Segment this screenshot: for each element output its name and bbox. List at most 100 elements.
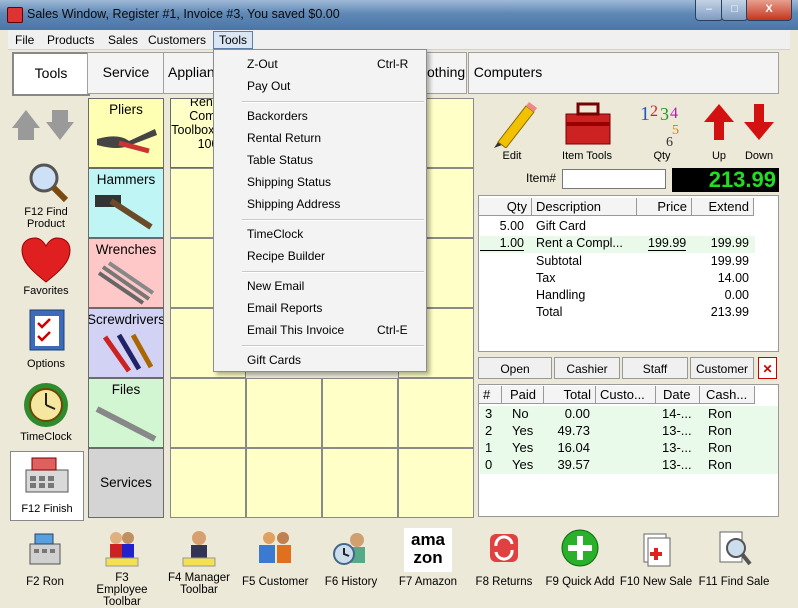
invoice-row[interactable]: 0 Yes 39.57 13-... Ron — [480, 457, 778, 474]
menu-tools[interactable]: Tools — [213, 31, 254, 49]
down-button[interactable]: Down — [740, 98, 778, 164]
menu-item-email-reports[interactable]: Email Reports — [247, 301, 322, 315]
up-button[interactable]: Up — [700, 98, 738, 164]
favorites-button[interactable]: Favorites — [10, 236, 82, 300]
menu-item-gift-cards[interactable]: Gift Cards — [247, 353, 301, 367]
menu-item-timeclock[interactable]: TimeClock — [247, 227, 303, 241]
invoice-date: 13-... — [662, 423, 692, 438]
column-header-customer[interactable]: Custo... — [596, 386, 656, 404]
column-header-description[interactable]: Description — [532, 198, 637, 216]
menu-item-pay-out[interactable]: Pay Out — [247, 79, 290, 93]
tab-clothing[interactable]: othing — [427, 52, 467, 94]
menu-item-new-email[interactable]: New Email — [247, 279, 304, 293]
invoice-row[interactable]: 3 No 0.00 14-... Ron — [480, 406, 778, 423]
arrow-down-icon — [744, 104, 774, 140]
product-label: Hammers — [96, 172, 156, 187]
timeclock-button[interactable]: TimeClock — [10, 381, 82, 447]
invoice-cashier: Ron — [708, 423, 732, 438]
qty-button[interactable]: 123456 Qty — [636, 98, 688, 164]
maximize-button[interactable]: □ — [721, 0, 748, 21]
product-empty-slot[interactable] — [398, 378, 474, 448]
f7-amazon-button[interactable]: ama zon F7 Amazon — [396, 526, 460, 592]
summary-value: 213.99 — [710, 305, 749, 319]
menu-separator — [242, 219, 424, 221]
tab-customer[interactable]: Customer — [690, 357, 754, 379]
menu-item-shipping-address[interactable]: Shipping Address — [247, 197, 340, 211]
product-services[interactable]: Services — [88, 448, 164, 518]
column-header-price[interactable]: Price — [637, 198, 692, 216]
line-item-row[interactable]: 1.00 Rent a Compl... 199.99 199.99 — [480, 236, 755, 253]
menu-item-backorders[interactable]: Backorders — [247, 109, 308, 123]
summary-value: 14.00 — [717, 271, 749, 285]
f2-ron-button[interactable]: F2 Ron — [14, 526, 76, 592]
timeclock-label: TimeClock — [20, 431, 72, 443]
product-empty-slot[interactable] — [398, 448, 474, 518]
product-empty-slot[interactable] — [322, 378, 398, 448]
edit-button[interactable]: Edit — [484, 98, 540, 164]
column-header-number[interactable]: # — [479, 386, 502, 404]
product-files[interactable]: Files — [88, 378, 164, 448]
menu-sales[interactable]: Sales — [103, 32, 143, 48]
menu-bar: File Products Sales Customers Tools — [8, 30, 790, 50]
line-item-row[interactable]: 5.00 Gift Card — [480, 219, 755, 236]
product-empty-slot[interactable] — [322, 448, 398, 518]
item-number-input[interactable] — [562, 169, 666, 189]
column-header-paid[interactable]: Paid — [502, 386, 544, 404]
tab-tools[interactable]: Tools — [12, 52, 90, 96]
menu-products[interactable]: Products — [42, 32, 99, 48]
product-hammers[interactable]: Hammers — [88, 168, 164, 238]
cash-register-icon — [25, 457, 69, 493]
line-description: Rent a Compl... — [536, 236, 623, 250]
title-bar[interactable]: Sales Window, Register #1, Invoice #3, Y… — [0, 0, 798, 30]
product-empty-slot[interactable] — [246, 378, 322, 448]
tab-computers[interactable]: Computers — [468, 52, 548, 94]
menu-item-rental-return[interactable]: Rental Return — [247, 131, 321, 145]
product-screwdrivers[interactable]: Screwdrivers — [88, 308, 164, 378]
menu-file[interactable]: File — [10, 32, 39, 48]
product-empty-slot[interactable] — [246, 448, 322, 518]
close-list-icon[interactable]: ✕ — [758, 357, 777, 379]
product-empty-slot[interactable] — [170, 378, 246, 448]
nav-arrows-icon[interactable] — [10, 102, 82, 152]
f11-find-sale-button[interactable]: F11 Find Sale — [696, 526, 772, 592]
f10-new-sale-button[interactable]: F10 New Sale — [618, 526, 694, 592]
magnifier-icon — [29, 163, 69, 203]
f4-manager-toolbar-button[interactable]: F4 Manager Toolbar — [166, 526, 232, 596]
f9-quick-add-button[interactable]: F9 Quick Add — [544, 526, 616, 592]
invoice-row[interactable]: 1 Yes 16.04 13-... Ron — [480, 440, 778, 457]
tab-open[interactable]: Open — [478, 357, 552, 379]
tab-service[interactable]: Service — [87, 52, 165, 94]
product-wrenches[interactable]: Wrenches — [88, 238, 164, 308]
column-header-total[interactable]: Total — [544, 386, 596, 404]
column-header-extend[interactable]: Extend — [692, 198, 754, 216]
column-header-qty[interactable]: Qty — [479, 198, 532, 216]
f8-returns-button[interactable]: F8 Returns — [472, 526, 536, 592]
menu-item-table-status[interactable]: Table Status — [247, 153, 313, 167]
finish-button[interactable]: F12 Finish — [10, 451, 84, 521]
menu-item-recipe-builder[interactable]: Recipe Builder — [247, 249, 325, 263]
find-product-button[interactable]: F12 Find Product — [10, 160, 82, 230]
pencil-icon — [494, 102, 537, 149]
menu-item-z-out[interactable]: Z-Out — [247, 57, 278, 71]
column-header-cashier[interactable]: Cash... — [700, 386, 755, 404]
invoice-row[interactable]: 2 Yes 49.73 13-... Ron — [480, 423, 778, 440]
invoice-paid: No — [512, 406, 529, 421]
product-empty-slot[interactable] — [170, 448, 246, 518]
f6-history-button[interactable]: F6 History — [320, 526, 382, 592]
f5-customer-button[interactable]: F5 Customer — [242, 526, 308, 592]
product-pliers[interactable]: Pliers — [88, 98, 164, 168]
menu-item-email-this-invoice[interactable]: Email This Invoice — [247, 323, 344, 337]
item-tools-button[interactable]: Item Tools — [554, 98, 620, 164]
tab-cashier[interactable]: Cashier — [554, 357, 620, 379]
toolbar-label: F3 Employee Toolbar — [96, 572, 148, 608]
options-button[interactable]: Options — [10, 308, 82, 374]
close-button[interactable]: X — [746, 0, 792, 21]
minimize-button[interactable]: – — [695, 0, 723, 21]
toolbar-label: F2 Ron — [26, 576, 64, 588]
menu-item-shipping-status[interactable]: Shipping Status — [247, 175, 331, 189]
invoice-filter-tabs: Open Cashier Staff Customer ✕ — [478, 357, 779, 379]
column-header-date[interactable]: Date — [656, 386, 700, 404]
tab-staff[interactable]: Staff — [622, 357, 688, 379]
menu-customers[interactable]: Customers — [143, 32, 211, 48]
f3-employee-toolbar-button[interactable]: F3 Employee Toolbar — [89, 526, 155, 608]
